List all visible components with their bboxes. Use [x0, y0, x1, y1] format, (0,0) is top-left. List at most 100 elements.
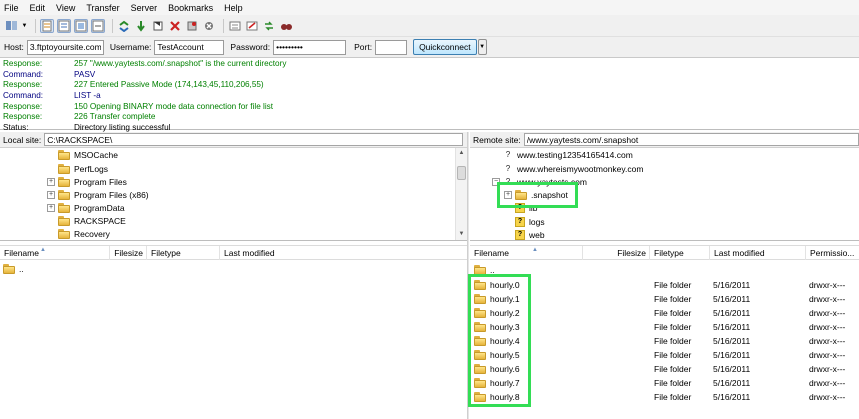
remote-col-filename[interactable]: Filename ▲ — [470, 246, 583, 260]
expand-icon[interactable]: + — [504, 190, 512, 199]
local-tree-item-program-files[interactable]: + Program Files — [47, 175, 127, 188]
table-row[interactable]: hourly.2 File folder 5/16/2011 drwxr-x--… — [470, 306, 859, 320]
menu-help[interactable]: Help — [224, 3, 243, 13]
menu-server[interactable]: Server — [131, 3, 158, 13]
unknown-folder-icon: ? — [515, 229, 525, 240]
table-row[interactable]: hourly.5 File folder 5/16/2011 drwxr-x--… — [470, 348, 859, 362]
table-row[interactable]: hourly.8 File folder 5/16/2011 drwxr-x--… — [470, 390, 859, 404]
disconnect-icon[interactable] — [168, 19, 182, 33]
folder-icon — [515, 189, 527, 200]
username-input[interactable] — [154, 39, 225, 55]
file-permissions: drwxr-x--- — [809, 378, 846, 388]
remote-tree-item-snapshot[interactable]: + .snapshot — [504, 188, 568, 201]
remote-col-last-modified[interactable]: Last modified — [710, 246, 806, 260]
local-tree-item-perflogs[interactable]: PerfLogs — [47, 162, 108, 175]
table-row[interactable]: hourly.4 File folder 5/16/2011 drwxr-x--… — [470, 334, 859, 348]
remote-tree-item-web[interactable]: ? web — [504, 228, 545, 240]
menu-view[interactable]: View — [56, 3, 75, 13]
menu-edit[interactable]: Edit — [30, 3, 46, 13]
remote-tree-item-logs[interactable]: ? logs — [504, 215, 545, 228]
remote-tree-item-yaytests[interactable]: −? www.yaytests.com — [492, 175, 587, 188]
scroll-thumb[interactable] — [457, 166, 466, 180]
folder-icon — [474, 392, 486, 402]
toolbar-separator — [112, 18, 113, 33]
remote-col-filetype[interactable]: Filetype — [650, 246, 710, 260]
local-tree-item-msocache[interactable]: MSOCache — [47, 148, 118, 161]
password-input[interactable] — [273, 39, 347, 55]
collapse-icon[interactable]: − — [492, 177, 500, 186]
folder-icon — [474, 294, 486, 304]
toolbar-separator — [35, 18, 36, 33]
remote-col-permissions[interactable]: Permissio... — [806, 246, 859, 260]
pane-divider[interactable] — [467, 132, 469, 419]
process-queue-icon[interactable] — [134, 19, 148, 33]
tree-item-label: www.whereismywootmonkey.com — [517, 163, 644, 174]
expand-icon[interactable]: + — [47, 177, 55, 186]
sort-ascending-icon: ▲ — [40, 247, 46, 253]
reconnect-icon[interactable] — [185, 19, 199, 33]
table-row[interactable]: hourly.0 File folder 5/16/2011 drwxr-x--… — [470, 278, 859, 292]
local-tree-item-rackspace[interactable]: RACKSPACE — [47, 214, 126, 227]
toggle-remote-tree-icon[interactable] — [74, 18, 88, 33]
toolbar-separator — [223, 18, 224, 33]
local-tree-item-program-files-x86[interactable]: + Program Files (x86) — [47, 188, 149, 201]
unknown-folder-icon: ? — [515, 216, 525, 227]
globe-icon: ? — [505, 163, 511, 173]
file-name: hourly.3 — [490, 322, 520, 332]
remote-tree-item-lib[interactable]: ? lib — [504, 201, 538, 214]
table-row[interactable]: hourly.1 File folder 5/16/2011 drwxr-x--… — [470, 292, 859, 306]
local-tree-item-programdata[interactable]: + ProgramData — [47, 201, 125, 214]
list-item[interactable]: .. — [470, 263, 859, 277]
file-permissions: drwxr-x--- — [809, 294, 846, 304]
remote-tree-item-testing[interactable]: ? www.testing12354165414.com — [492, 148, 633, 161]
cancel-queue-icon[interactable] — [202, 19, 216, 33]
expand-icon[interactable]: + — [47, 203, 55, 212]
table-row[interactable]: hourly.6 File folder 5/16/2011 drwxr-x--… — [470, 362, 859, 376]
toggle-local-tree-icon[interactable] — [57, 18, 71, 33]
log-type: Command: — [3, 69, 44, 79]
table-row[interactable]: hourly.7 File folder 5/16/2011 drwxr-x--… — [470, 376, 859, 390]
scroll-down-icon[interactable]: ▼ — [456, 229, 467, 240]
toggle-queue-icon[interactable] — [91, 18, 105, 33]
file-modified: 5/16/2011 — [713, 378, 751, 388]
table-row[interactable]: hourly.3 File folder 5/16/2011 drwxr-x--… — [470, 320, 859, 334]
log-type: Response: — [3, 112, 43, 122]
folder-icon — [58, 228, 70, 239]
log-row: Response: 227 Entered Passive Mode (174,1… — [3, 80, 859, 91]
remote-site-path-input[interactable] — [523, 133, 859, 146]
remote-tree-item-whereismywootmonkey[interactable]: ? www.whereismywootmonkey.com — [492, 162, 644, 175]
cancel-operation-icon[interactable] — [151, 19, 165, 33]
file-type: File folder — [654, 280, 692, 290]
file-name: hourly.5 — [490, 350, 520, 360]
remote-directory-tree: ? www.testing12354165414.com ? www.whereis… — [470, 148, 859, 241]
refresh-icon[interactable] — [117, 19, 131, 33]
search-icon[interactable] — [279, 19, 293, 33]
site-manager-icon[interactable] — [4, 19, 18, 33]
menu-file[interactable]: File — [4, 3, 19, 13]
local-tree-scrollbar[interactable]: ▲ ▼ — [455, 148, 467, 240]
quickconnect-dropdown[interactable]: ▼ — [477, 39, 487, 55]
remote-col-filesize[interactable]: Filesize — [583, 246, 650, 260]
port-label: Port: — [354, 42, 373, 52]
sync-browse-icon[interactable] — [262, 19, 276, 33]
toggle-log-icon[interactable] — [40, 18, 54, 33]
menu-transfer[interactable]: Transfer — [86, 3, 119, 13]
menu-bookmarks[interactable]: Bookmarks — [168, 3, 213, 13]
dropdown-arrow-icon[interactable]: ▼ — [21, 19, 28, 33]
folder-icon — [474, 308, 486, 318]
local-site-path-input[interactable] — [44, 133, 464, 146]
local-col-last-modified[interactable]: Last modified — [220, 246, 467, 260]
local-col-filename[interactable]: Filename ▲ — [0, 246, 110, 260]
file-name: hourly.7 — [490, 378, 520, 388]
local-col-filesize[interactable]: Filesize — [110, 246, 147, 260]
local-col-filetype[interactable]: Filetype — [147, 246, 220, 260]
filter-icon[interactable] — [228, 19, 242, 33]
expand-icon[interactable]: + — [47, 190, 55, 199]
local-tree-item-recovery[interactable]: Recovery — [47, 227, 110, 240]
scroll-up-icon[interactable]: ▲ — [456, 148, 467, 159]
tree-item-label: Recovery — [74, 228, 110, 239]
quickconnect-button[interactable]: Quickconnect — [413, 39, 477, 55]
host-input[interactable] — [26, 39, 104, 55]
port-input[interactable] — [375, 39, 408, 55]
compare-icon[interactable] — [245, 19, 259, 33]
